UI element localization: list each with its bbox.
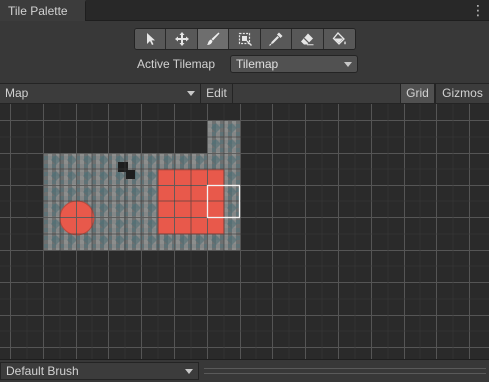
paint-bucket-icon [332, 32, 347, 45]
palette-grid-canvas[interactable] [0, 104, 489, 359]
tool-strip [134, 28, 356, 50]
eraser-icon [301, 33, 314, 46]
move-tool-button[interactable] [166, 29, 198, 49]
tool-row [0, 21, 489, 54]
brush-bar: Default Brush [0, 359, 489, 382]
kebab-menu-icon[interactable]: ⋮ [471, 2, 485, 18]
brush-dropdown[interactable]: Default Brush [0, 362, 199, 380]
eyedropper-icon [269, 32, 283, 46]
flood-fill-tool-button[interactable] [323, 29, 355, 49]
window-tab-bar: Tile Palette ⋮ [0, 0, 489, 21]
active-tilemap-value: Tilemap [236, 57, 279, 71]
active-tilemap-row: Active Tilemap Tilemap [0, 54, 489, 75]
tile-palette-tab[interactable]: Tile Palette [0, 0, 86, 21]
chevron-down-icon [344, 62, 352, 67]
box-fill-tool-button[interactable] [229, 29, 261, 49]
select-tool-button[interactable] [135, 29, 167, 49]
brush-settings-divider[interactable] [204, 368, 486, 374]
gizmos-toggle-button[interactable]: Gizmos [435, 84, 489, 103]
paint-tool-button[interactable] [197, 29, 230, 49]
palette-value: Map [5, 86, 29, 100]
brush-value: Default Brush [6, 364, 79, 378]
active-tilemap-dropdown[interactable]: Tilemap [230, 55, 358, 73]
chevron-down-icon [185, 369, 193, 374]
paint-brush-icon [207, 32, 220, 45]
box-fill-icon [238, 32, 252, 46]
picker-tool-button[interactable] [260, 29, 293, 49]
chevron-down-icon [187, 91, 195, 96]
palette-bar: Map Edit Grid Gizmos [0, 83, 489, 104]
palette-grid-view[interactable] [0, 104, 489, 359]
active-tilemap-label: Active Tilemap [137, 57, 216, 71]
move-arrows-icon [174, 32, 189, 46]
grid-toggle-button[interactable]: Grid [400, 84, 435, 103]
arrow-cursor-icon [147, 33, 156, 45]
edit-button[interactable]: Edit [201, 84, 233, 103]
erase-tool-button[interactable] [292, 29, 324, 49]
palette-dropdown[interactable]: Map [0, 84, 201, 103]
